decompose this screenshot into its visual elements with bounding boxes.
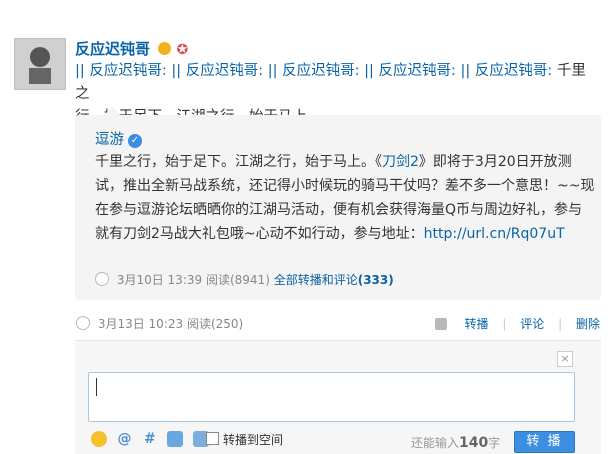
game-link[interactable]: 刀剑2 bbox=[382, 154, 419, 170]
all-reposts-count[interactable]: (333) bbox=[358, 273, 394, 287]
thumb-up-icon[interactable] bbox=[434, 318, 447, 330]
source-icon bbox=[95, 272, 109, 286]
repost-chain-4[interactable]: || 反应迟钝哥: bbox=[364, 63, 456, 79]
quoted-read-count: 阅读(8941) bbox=[205, 273, 270, 287]
post-meta: 3月13日 10:23 阅读(250) bbox=[76, 315, 243, 332]
hashtag-icon[interactable]: # bbox=[142, 431, 158, 447]
char-counter-prefix: 还能输入 bbox=[411, 436, 460, 450]
quoted-text: 千里之行，始于足下。江湖之行，始于马上。《刀剑2》即将于3月20日开放测试，推出… bbox=[95, 150, 595, 246]
quoted-meta: 3月10日 13:39 阅读(8941) 全部转播和评论(333) bbox=[95, 271, 394, 288]
repost-chain-2[interactable]: || 反应迟钝哥: bbox=[171, 63, 263, 79]
repost-button[interactable]: 转播 bbox=[465, 315, 489, 332]
delete-button[interactable]: 删除 bbox=[576, 315, 600, 332]
char-counter: 还能输入140字 bbox=[411, 434, 500, 451]
divider: | bbox=[558, 317, 563, 331]
author-name[interactable]: 反应迟钝哥 ✪ bbox=[75, 38, 188, 59]
share-to-qzone-checkbox[interactable] bbox=[206, 432, 219, 445]
share-to-qzone-label[interactable]: 转播到空间 bbox=[223, 431, 283, 448]
all-reposts-label[interactable]: 全部转播和评论 bbox=[274, 273, 358, 287]
quoted-text-part1: 千里之行，始于足下。江湖之行，始于马上。《 bbox=[95, 154, 382, 170]
repost-chain-3[interactable]: || 反应迟钝哥: bbox=[268, 63, 360, 79]
quoted-url-link[interactable]: http://url.cn/Rq07uT bbox=[424, 226, 565, 242]
char-counter-value: 140 bbox=[459, 435, 489, 451]
post-read-count: 阅读(250) bbox=[186, 317, 244, 331]
sun-badge-icon bbox=[158, 42, 172, 55]
quoted-author-name[interactable]: 逗游 bbox=[95, 132, 124, 148]
emoji-icon[interactable] bbox=[91, 431, 107, 447]
composer-toolbar: @ # bbox=[91, 431, 214, 447]
close-icon[interactable]: × bbox=[557, 351, 573, 367]
verified-icon: ✓ bbox=[128, 134, 142, 148]
divider: | bbox=[502, 317, 507, 331]
star-badge-icon: ✪ bbox=[176, 42, 189, 58]
repost-chain-5[interactable]: || 反应迟钝哥: bbox=[461, 63, 553, 79]
quoted-time[interactable]: 3月10日 13:39 bbox=[117, 273, 202, 287]
post-time[interactable]: 3月13日 10:23 bbox=[98, 317, 183, 331]
repost-chain-1[interactable]: || 反应迟钝哥: bbox=[75, 63, 167, 79]
avatar[interactable] bbox=[14, 38, 66, 90]
char-counter-suffix: 字 bbox=[488, 436, 501, 450]
submit-repost-button[interactable]: 转 播 bbox=[514, 431, 575, 453]
text-caret bbox=[96, 378, 97, 396]
quote-arrow bbox=[104, 107, 120, 115]
source-icon bbox=[76, 316, 90, 330]
post-actions: 转播 | 评论 | 删除 bbox=[434, 315, 600, 332]
image-icon[interactable] bbox=[167, 431, 184, 447]
quoted-author[interactable]: 逗游 ✓ bbox=[95, 128, 142, 149]
all-reposts-link[interactable]: 全部转播和评论(333) bbox=[274, 273, 394, 287]
mention-icon[interactable]: @ bbox=[116, 431, 132, 447]
comment-button[interactable]: 评论 bbox=[520, 315, 544, 332]
comment-input[interactable] bbox=[88, 372, 575, 422]
author-name-text[interactable]: 反应迟钝哥 bbox=[75, 40, 150, 58]
